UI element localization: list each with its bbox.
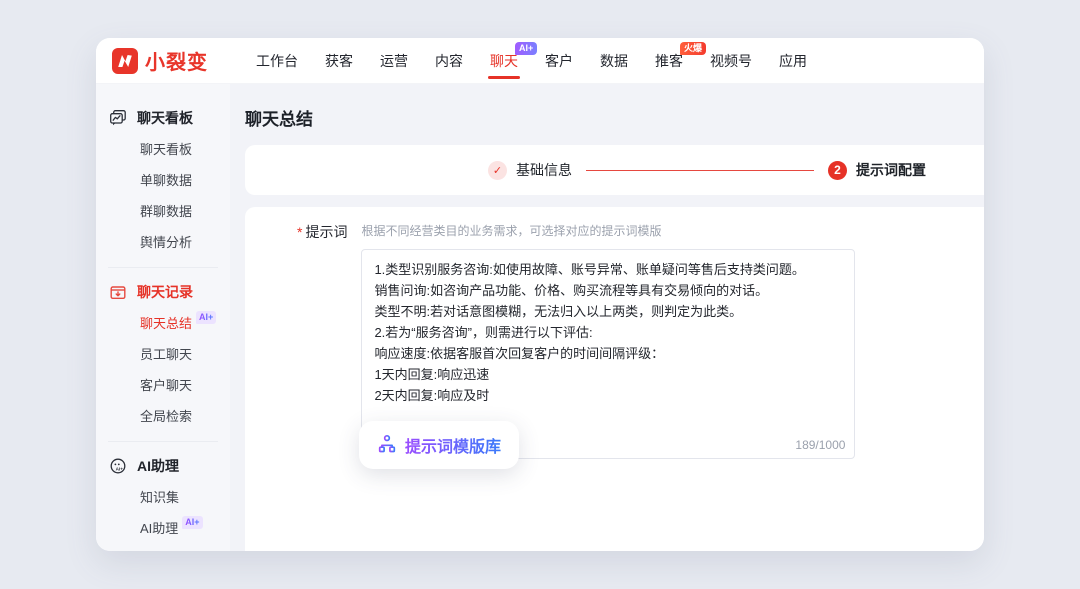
step-indicator: ✓ 基础信息 2 提示词配置 [488, 160, 926, 180]
brand-logo[interactable]: 小裂变 [112, 46, 208, 75]
sidebar-section-chat-kanban[interactable]: 聊天看板 [96, 102, 230, 134]
top-navbar: 小裂变 工作台 获客 运营 内容 聊天 AI+ 客户 数据 推客 火爆 视频号 … [96, 38, 984, 84]
ai-plus-badge: AI+ [515, 42, 537, 55]
prompt-hint: 根据不同经营类目的业务需求，可选择对应的提示词模版 [361, 222, 855, 240]
sidebar-item-customer-chat[interactable]: 客户聊天 [96, 370, 230, 401]
sidebar-item-chat-kanban[interactable]: 聊天看板 [96, 134, 230, 165]
nav-item-operation[interactable]: 运营 [380, 38, 408, 83]
step-connector-line [586, 170, 814, 171]
sidebar-item-chat-summary[interactable]: 聊天总结 AI+ [96, 308, 230, 339]
sidebar-item-sentiment-analysis[interactable]: 舆情分析 [96, 227, 230, 258]
prompt-form-row: *提示词 根据不同经营类目的业务需求，可选择对应的提示词模版 1.类型识别服务咨… [245, 207, 984, 459]
page-title: 聊天总结 [230, 84, 984, 145]
nav-item-video-account[interactable]: 视频号 [710, 38, 752, 83]
nav-item-chat[interactable]: 聊天 AI+ [490, 38, 518, 83]
page: 小裂变 工作台 获客 运营 内容 聊天 AI+ 客户 数据 推客 火爆 视频号 … [0, 0, 1080, 589]
prompt-label: *提示词 [297, 222, 347, 241]
ai-plus-badge: AI+ [182, 516, 202, 529]
brand-name: 小裂变 [145, 46, 208, 75]
nav-item-customer[interactable]: 客户 [545, 38, 573, 83]
sidebar-item-single-chat-data[interactable]: 单聊数据 [96, 165, 230, 196]
chat-kanban-icon [109, 109, 127, 127]
template-button-label: 提示词模版库 [405, 433, 501, 457]
steps-card: ✓ 基础信息 2 提示词配置 [245, 145, 984, 195]
sidebar: 聊天看板 聊天看板 单聊数据 群聊数据 舆情分析 聊天记录 [96, 84, 230, 551]
nav-item-workbench[interactable]: 工作台 [256, 38, 298, 83]
step-prompt-config[interactable]: 2 提示词配置 [828, 160, 926, 180]
sidebar-item-group-chat-data[interactable]: 群聊数据 [96, 196, 230, 227]
sidebar-item-ai-assistant[interactable]: AI助理 AI+ [96, 513, 230, 544]
main-content: 聊天总结 ✓ 基础信息 2 提示词配置 [230, 84, 984, 551]
sidebar-item-global-search[interactable]: 全局检索 [96, 401, 230, 432]
step-basic-info[interactable]: ✓ 基础信息 [488, 160, 572, 180]
required-asterisk: * [297, 224, 302, 240]
svg-text:AI+: AI+ [116, 467, 124, 472]
nav-item-promoter[interactable]: 推客 火爆 [655, 38, 683, 83]
prompt-template-library-button[interactable]: 提示词模版库 [359, 421, 519, 469]
check-icon: ✓ [488, 161, 507, 180]
ai-face-icon: AI+ [109, 457, 127, 475]
divider [108, 267, 218, 268]
nav-item-apps[interactable]: 应用 [779, 38, 807, 83]
sidebar-section-ai-assistant[interactable]: AI+ AI助理 [96, 450, 230, 482]
sidebar-item-knowledge-set[interactable]: 知识集 [96, 482, 230, 513]
nav-item-content[interactable]: 内容 [435, 38, 463, 83]
chat-archive-icon [109, 283, 127, 301]
step-number: 2 [828, 161, 847, 180]
sidebar-section-chat-records[interactable]: 聊天记录 [96, 276, 230, 308]
sidebar-item-staff-chat[interactable]: 员工聊天 [96, 339, 230, 370]
prompt-form-card: *提示词 根据不同经营类目的业务需求，可选择对应的提示词模版 1.类型识别服务咨… [245, 207, 984, 551]
hot-badge: 火爆 [680, 42, 706, 55]
nav-menu: 工作台 获客 运营 内容 聊天 AI+ 客户 数据 推客 火爆 视频号 应用 [256, 38, 807, 83]
divider [108, 441, 218, 442]
nav-item-acquisition[interactable]: 获客 [325, 38, 353, 83]
lightning-n-icon [112, 48, 138, 74]
nav-item-data[interactable]: 数据 [600, 38, 628, 83]
ai-plus-badge: AI+ [196, 311, 216, 324]
sitemap-branch-icon [377, 434, 397, 457]
app-window: 小裂变 工作台 获客 运营 内容 聊天 AI+ 客户 数据 推客 火爆 视频号 … [96, 38, 984, 551]
